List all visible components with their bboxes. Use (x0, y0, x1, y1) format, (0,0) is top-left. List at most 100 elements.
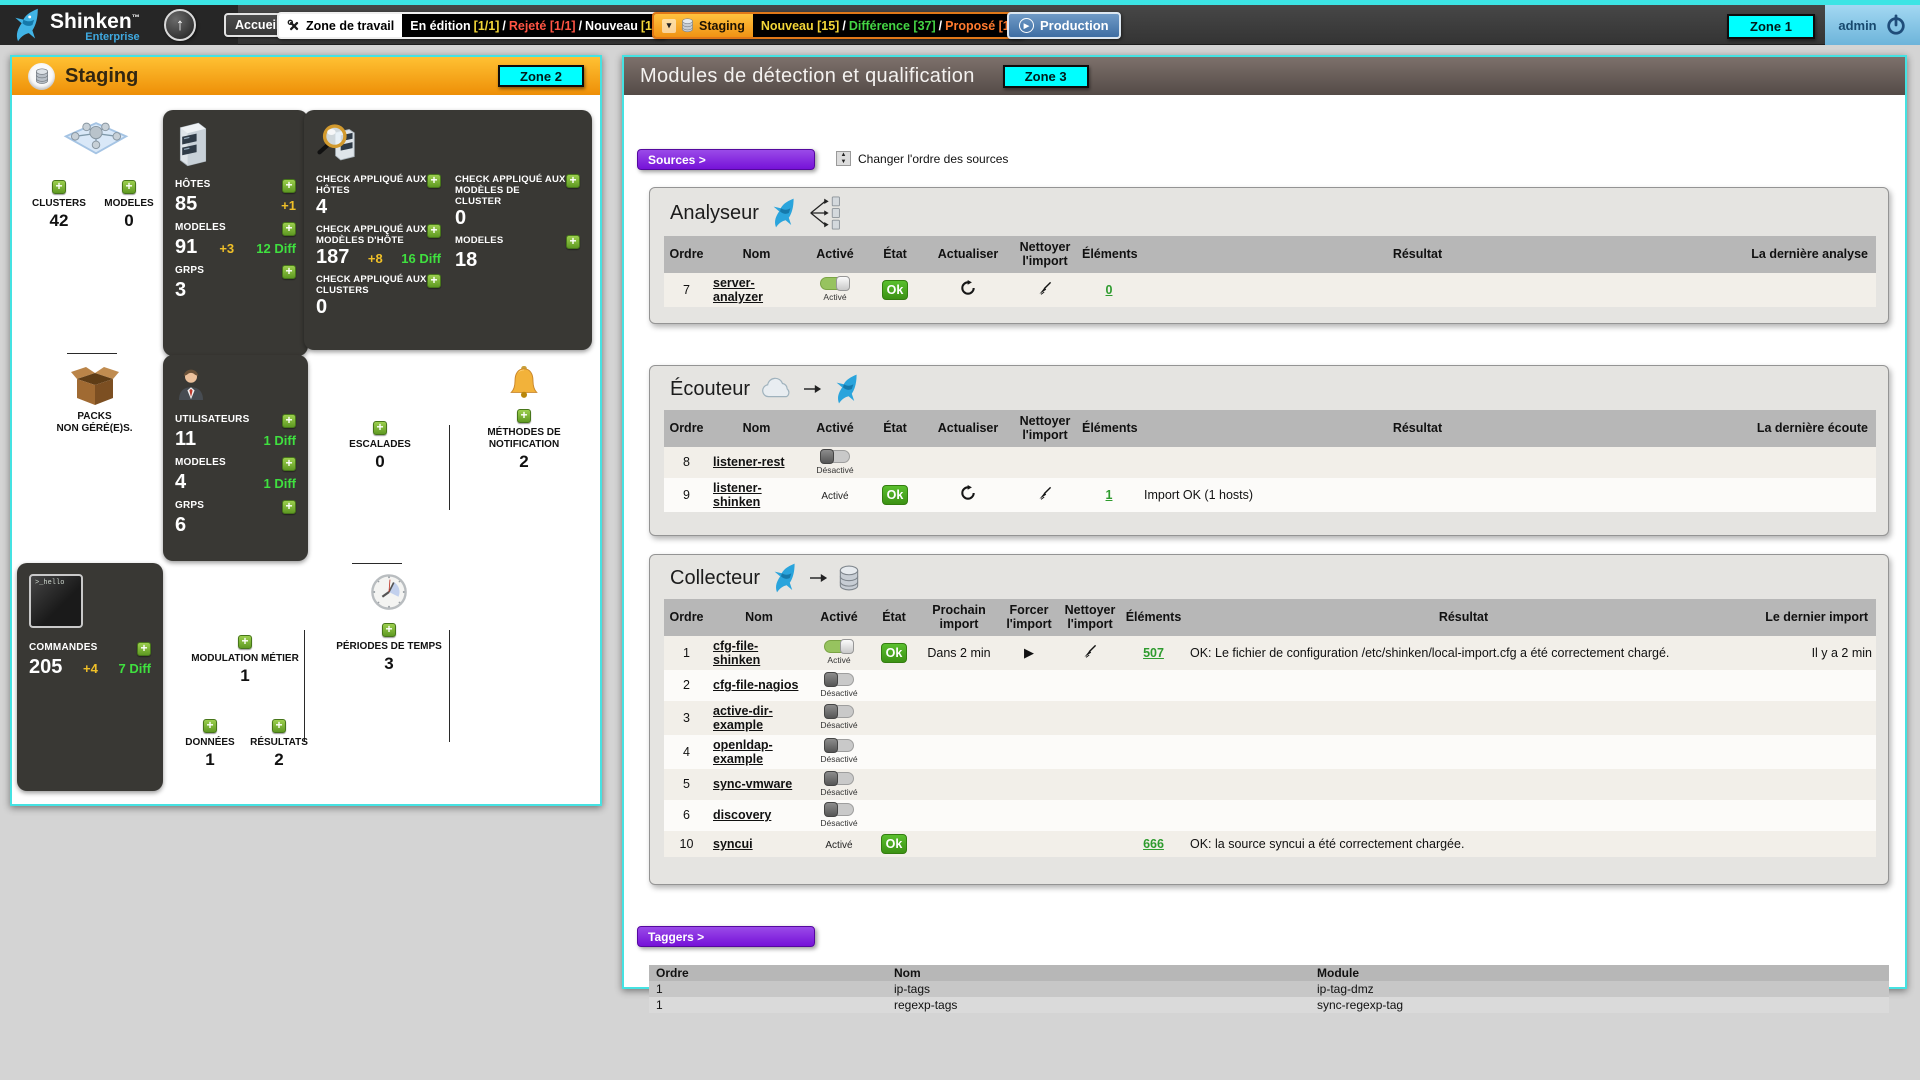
hosts-row: HÔTES (175, 179, 296, 193)
elements-count-link[interactable]: 1 (1106, 488, 1113, 502)
add-user-model-button[interactable] (282, 457, 296, 471)
play-circle-icon: ▶ (1019, 18, 1034, 33)
add-user-group-button[interactable] (282, 500, 296, 514)
tagger-row-ip-tags: 1 ip-tags ip-tag-dmz (649, 981, 1889, 997)
host-groups-row: GRPS (175, 265, 296, 279)
elements-count-link[interactable]: 0 (1106, 283, 1113, 297)
modules-panel-header: Modules de détection et qualification Zo… (624, 57, 1905, 95)
server-icon (175, 121, 211, 167)
source-name-link[interactable]: cfg-file-shinken (713, 639, 760, 667)
collecteur-table: Ordre Nom Activé État Prochain import Fo… (664, 599, 1876, 857)
cluster-icon (62, 117, 130, 167)
check-cluster-models-stat: CHECK APPLIQUÉ AUX MODÈLES DE CLUSTER 0 (455, 174, 580, 229)
shinken-bird-icon (8, 7, 46, 43)
add-escalade-button[interactable] (373, 421, 387, 435)
username-label: admin (1838, 18, 1876, 33)
production-button[interactable]: ▶ Production (1007, 12, 1121, 39)
add-data-button[interactable] (203, 719, 217, 733)
collecteur-title: Collecteur (650, 555, 1888, 597)
zone-3-badge[interactable]: Zone 3 (1003, 65, 1089, 88)
source-name-link[interactable]: listener-rest (713, 455, 785, 469)
clean-import-icon[interactable] (1037, 280, 1053, 296)
active-toggle[interactable] (824, 673, 854, 686)
add-host-group-button[interactable] (282, 265, 296, 279)
staging-panel-title: Staging (65, 65, 138, 88)
add-host-model-button[interactable] (282, 222, 296, 236)
workspace-selector[interactable]: Zone de travail En édition [1/1] / Rejet… (277, 12, 666, 39)
collecteur-row-syncui: 10 syncui Activé Ok 666 OK: la source sy… (664, 831, 1876, 857)
add-check-host-button[interactable] (427, 174, 441, 188)
collecteur-row-cfg-file-shinken: 1 cfg-file-shinken Activé Ok Dans 2 min … (664, 636, 1876, 670)
source-name-link[interactable]: discovery (713, 808, 771, 822)
clean-import-icon[interactable] (1082, 643, 1098, 659)
ecouteur-table: Ordre Nom Activé État Actualiser Nettoye… (664, 410, 1876, 512)
add-modulation-button[interactable] (238, 635, 252, 649)
bell-icon (507, 365, 541, 401)
refresh-icon[interactable] (960, 485, 976, 501)
collecteur-row-openldap-example: 4 openldap-example Désactivé (664, 735, 1876, 769)
sources-button[interactable]: Sources > (637, 149, 815, 170)
active-toggle[interactable] (824, 705, 854, 718)
source-name-link[interactable]: active-dir-example (713, 704, 773, 732)
commands-row: COMMANDES (29, 642, 151, 656)
source-name-link[interactable]: syncui (713, 837, 753, 851)
database-icon (838, 565, 860, 591)
power-icon[interactable] (1885, 14, 1907, 36)
analyseur-header-row: Ordre Nom Activé État Actualiser Nettoye… (664, 236, 1876, 273)
scroll-top-button[interactable]: ↑ (164, 9, 196, 41)
modules-panel-body: Sources > ▲▼ Changer l'ordre des sources… (624, 95, 1905, 987)
elements-count-link[interactable]: 666 (1143, 837, 1164, 851)
add-check-host-model-button[interactable] (427, 224, 441, 238)
taggers-button[interactable]: Taggers > (637, 926, 815, 947)
active-toggle[interactable] (824, 640, 854, 653)
source-name-link[interactable]: sync-vmware (713, 777, 792, 791)
active-toggle[interactable] (824, 803, 854, 816)
check-clusters-stat: CHECK APPLIQUÉ AUX CLUSTERS 0 (316, 274, 441, 318)
status-difference-count: Différence [37] (849, 19, 936, 33)
add-command-button[interactable] (137, 642, 151, 656)
add-check-model-button[interactable] (566, 235, 580, 249)
terminal-icon: >_hello (29, 574, 83, 628)
notification-methods-stat: MÉTHODES DE NOTIFICATION 2 (464, 365, 584, 472)
add-host-button[interactable] (282, 179, 296, 193)
status-rejete: Rejeté [1/1] (509, 19, 576, 33)
active-toggle[interactable] (820, 277, 850, 290)
resultats-stat: RÉSULTATS 2 (237, 719, 321, 770)
zone-2-badge[interactable]: Zone 2 (498, 65, 584, 87)
add-user-button[interactable] (282, 414, 296, 428)
clean-import-icon[interactable] (1037, 485, 1053, 501)
ninja-icon (832, 373, 862, 405)
source-name-link[interactable]: server-analyzer (713, 276, 763, 304)
ecouteur-card: Écouteur (649, 365, 1889, 536)
user-menu[interactable]: admin (1825, 5, 1920, 45)
active-toggle[interactable] (820, 450, 850, 463)
add-check-cluster-model-button[interactable] (566, 174, 580, 188)
users-row: UTILISATEURS (175, 414, 296, 428)
source-name-link[interactable]: cfg-file-nagios (713, 678, 798, 692)
add-check-cluster-button[interactable] (427, 274, 441, 288)
add-time-period-button[interactable] (382, 623, 396, 637)
source-name-link[interactable]: listener-shinken (713, 481, 762, 509)
zone-1-badge[interactable]: Zone 1 (1727, 14, 1815, 39)
chevron-down-icon[interactable]: ▾ (662, 19, 676, 33)
staging-selector[interactable]: ▾ Staging Nouveau [15] / Différence [37]… (652, 12, 1024, 39)
add-notification-method-button[interactable] (517, 409, 531, 423)
check-host-models-stat: CHECK APPLIQUÉ AUX MODÈLES D'HÔTE 187 +8… (316, 224, 441, 268)
divider (67, 353, 117, 354)
reorder-sources-control[interactable]: ▲▼ Changer l'ordre des sources (836, 151, 1008, 166)
source-name-link[interactable]: openldap-example (713, 738, 773, 766)
refresh-icon[interactable] (960, 280, 976, 296)
add-cluster-button[interactable] (52, 180, 66, 194)
sort-updown-icon[interactable]: ▲▼ (836, 151, 851, 166)
collecteur-row-active-dir-example: 3 active-dir-example Désactivé (664, 701, 1876, 735)
add-result-button[interactable] (272, 719, 286, 733)
force-import-button[interactable]: ▶ (1024, 645, 1034, 660)
elements-count-link[interactable]: 507 (1143, 646, 1164, 660)
top-bar: Shinken™ Enterprise ↑ Accueil Zone de tr… (0, 0, 1920, 45)
active-toggle[interactable] (824, 772, 854, 785)
user-models-row: MODELES (175, 457, 296, 471)
tools-icon (287, 19, 301, 33)
active-toggle[interactable] (824, 739, 854, 752)
status-en-edition: En édition (410, 19, 470, 33)
add-cluster-model-button[interactable] (122, 180, 136, 194)
